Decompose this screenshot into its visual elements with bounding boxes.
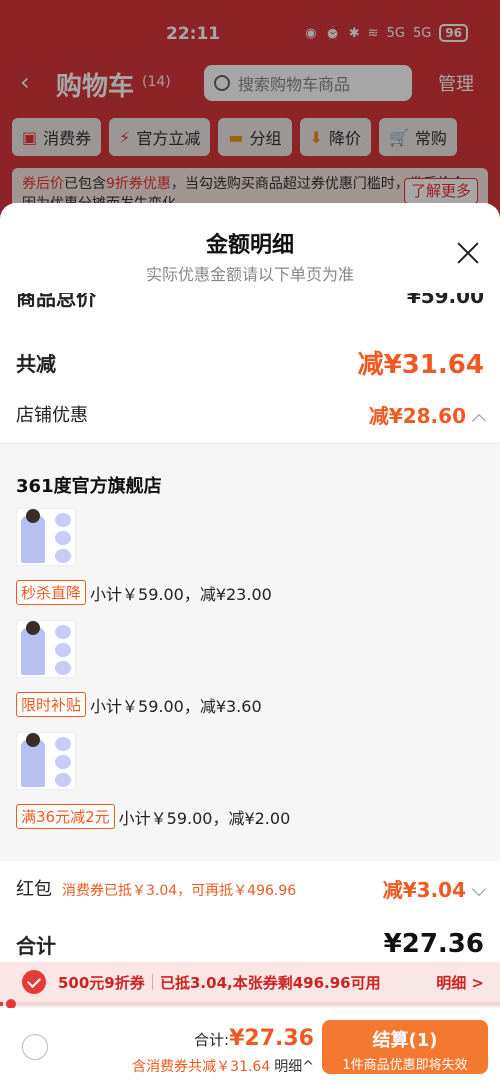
checkout-footer: 合计:¥27.36 含消费券共减￥31.64 明细^ 结算(1) 1件商品优惠即将… bbox=[0, 1008, 500, 1085]
amount-detail-sheet: 金额明细 实际优惠金额请以下单页为准 商品总价 ¥59.00 共减 减¥31.6… bbox=[0, 203, 500, 963]
red-packet-note: 消费券已抵￥3.04，可再抵￥496.96 bbox=[62, 883, 297, 899]
total-reduce-value: 减¥31.64 bbox=[357, 349, 484, 380]
promo-tag: 满36元减2元 bbox=[16, 804, 115, 829]
checkout-sublabel: 1件商品优惠即将失效 bbox=[342, 1058, 468, 1073]
promo-tag: 秒杀直降 bbox=[16, 580, 87, 605]
store-detail-panel: 361度官方旗舰店 秒杀直降 小计￥59.00，减¥23.00 限时补贴 小计￥59… bbox=[0, 444, 500, 861]
list-item: 秒杀直降 小计￥59.00，减¥23.00 bbox=[16, 508, 476, 620]
red-packet-row[interactable]: 红包 消费券已抵￥3.04，可再抵￥496.96 减¥3.04 bbox=[16, 873, 487, 903]
divider bbox=[152, 974, 153, 990]
promo-tag: 限时补贴 bbox=[16, 692, 87, 717]
coupon-progress bbox=[0, 999, 500, 1009]
item-subtotal: 小计￥59.00，减¥2.00 bbox=[118, 808, 291, 828]
footer-detail-text: 含消费券共减￥31.64 bbox=[132, 1059, 271, 1075]
store-discount-row[interactable]: 店铺优惠 减¥28.60 bbox=[16, 399, 487, 429]
goods-total-label: 商品总价 bbox=[16, 293, 96, 310]
footer-sum: 合计:¥27.36 bbox=[194, 1026, 314, 1051]
item-subtotal: 小计￥59.00，减¥3.60 bbox=[90, 696, 262, 716]
coupon-detail: 已抵3.04,本张券剩496.96可用 bbox=[160, 974, 381, 992]
product-thumbnail bbox=[16, 732, 76, 790]
sum-row: 合计 ¥27.36 bbox=[16, 925, 484, 963]
list-item: 限时补贴 小计￥59.00，减¥3.60 bbox=[16, 620, 476, 732]
sum-value: ¥27.36 bbox=[383, 929, 484, 959]
store-discount-label: 店铺优惠 bbox=[16, 405, 88, 426]
footer-sum-amount: ¥27.36 bbox=[229, 1026, 314, 1051]
chevron-down-icon bbox=[471, 881, 487, 896]
total-reduce-row: 共减 减¥31.64 bbox=[16, 343, 484, 381]
item-subtotal: 小计￥59.00，减¥23.00 bbox=[90, 584, 272, 604]
coupon-bar[interactable]: 500元9折券 已抵3.04,本张券剩496.96可用 明细 > bbox=[0, 962, 500, 1002]
goods-total-value: ¥59.00 bbox=[406, 293, 484, 308]
red-packet-value: 减¥3.04 bbox=[382, 877, 466, 902]
footer-sum-label: 合计: bbox=[194, 1031, 230, 1049]
goods-total-row: 商品总价 ¥59.00 bbox=[16, 293, 484, 323]
red-packet-label: 红包 bbox=[16, 879, 52, 900]
overlay-dim[interactable] bbox=[0, 0, 500, 230]
store-name: 361度官方旗舰店 bbox=[16, 476, 162, 497]
select-all-radio[interactable] bbox=[22, 1034, 48, 1060]
store-discount-value: 减¥28.60 bbox=[368, 403, 466, 428]
sheet-subtitle: 实际优惠金额请以下单页为准 bbox=[145, 265, 354, 284]
close-icon[interactable] bbox=[456, 241, 480, 265]
sum-label: 合计 bbox=[16, 933, 56, 958]
list-item: 满36元减2元 小计￥59.00，减¥2.00 bbox=[16, 732, 476, 844]
sheet-title: 金额明细 bbox=[205, 233, 294, 258]
product-thumbnail bbox=[16, 620, 76, 678]
footer-detail-link[interactable]: 明细^ bbox=[274, 1059, 314, 1075]
check-icon[interactable] bbox=[22, 970, 46, 994]
total-reduce-label: 共减 bbox=[16, 351, 56, 376]
checkout-label: 结算(1) bbox=[372, 1030, 438, 1051]
footer-detail: 含消费券共减￥31.64 明细^ bbox=[132, 1056, 314, 1076]
chevron-up-icon bbox=[471, 413, 487, 428]
checkout-button[interactable]: 结算(1) 1件商品优惠即将失效 bbox=[322, 1020, 488, 1074]
product-thumbnail bbox=[16, 508, 76, 566]
coupon-name: 500元9折券 bbox=[58, 974, 145, 992]
coupon-detail-link[interactable]: 明细 > bbox=[436, 972, 484, 993]
coupon-progress-fill bbox=[0, 1002, 3, 1006]
